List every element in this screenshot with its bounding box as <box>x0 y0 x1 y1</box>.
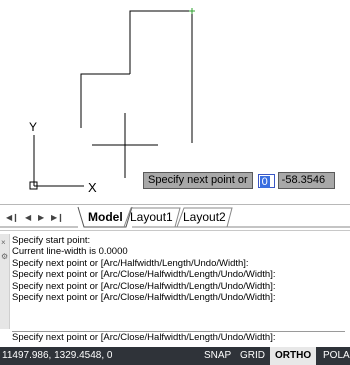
history-line: Current line-width is 0.0000 <box>12 246 128 258</box>
command-window-grip[interactable]: × ⚙ <box>0 234 10 329</box>
close-icon[interactable]: × <box>1 238 6 247</box>
grid-toggle[interactable]: GRID <box>235 347 270 365</box>
tab-model[interactable]: Model <box>84 208 127 227</box>
ucs-y-label: Y <box>29 120 37 134</box>
dynamic-input-x-field[interactable]: 0 <box>257 173 275 188</box>
command-window: × ⚙ Specify start point: Current line-wi… <box>0 230 350 347</box>
ortho-toggle[interactable]: ORTHO <box>270 347 317 365</box>
coordinate-readout[interactable]: 11497.986, 1329.4548, 0 <box>2 347 112 365</box>
dynamic-input-x-value[interactable]: 0 <box>259 175 270 188</box>
drawing-canvas[interactable]: Y X Specify next point or 0 -58.3546 <box>0 0 350 204</box>
status-bar: 11497.986, 1329.4548, 0 SNAP GRID ORTHO … <box>0 347 350 365</box>
layout-tab-bar: ◀❙ ◀ ▶ ▶❙ Model Layout1 Layout2 <box>0 204 350 230</box>
snap-toggle[interactable]: SNAP <box>199 347 236 365</box>
polyline-step <box>80 73 130 128</box>
tab-outlines <box>0 206 350 228</box>
command-history: Specify start point: Current line-width … <box>12 235 276 303</box>
history-line: Specify next point or [Arc/Close/Halfwid… <box>12 280 276 292</box>
dynamic-input-y-field[interactable]: -58.3546 <box>277 172 335 189</box>
tab-layout2[interactable]: Layout2 <box>183 208 226 227</box>
polyline-segments <box>129 10 193 143</box>
history-line: Specify start point: <box>12 235 91 246</box>
command-input[interactable]: Specify next point or [Arc/Close/Halfwid… <box>12 331 345 345</box>
dynamic-input-prompt: Specify next point or <box>143 172 253 189</box>
history-line: Specify next point or [Arc/Halfwidth/Len… <box>12 257 249 269</box>
polar-toggle[interactable]: POLA <box>318 347 350 365</box>
ucs-x-label: X <box>88 180 97 195</box>
history-line: Specify next point or [Arc/Close/Halfwid… <box>12 292 276 304</box>
history-line: Specify next point or [Arc/Close/Halfwid… <box>12 269 276 281</box>
customize-icon[interactable]: ⚙ <box>1 252 8 261</box>
tab-layout1[interactable]: Layout1 <box>130 208 173 227</box>
dynamic-input-tooltip: Specify next point or 0 -58.3546 <box>143 172 335 189</box>
